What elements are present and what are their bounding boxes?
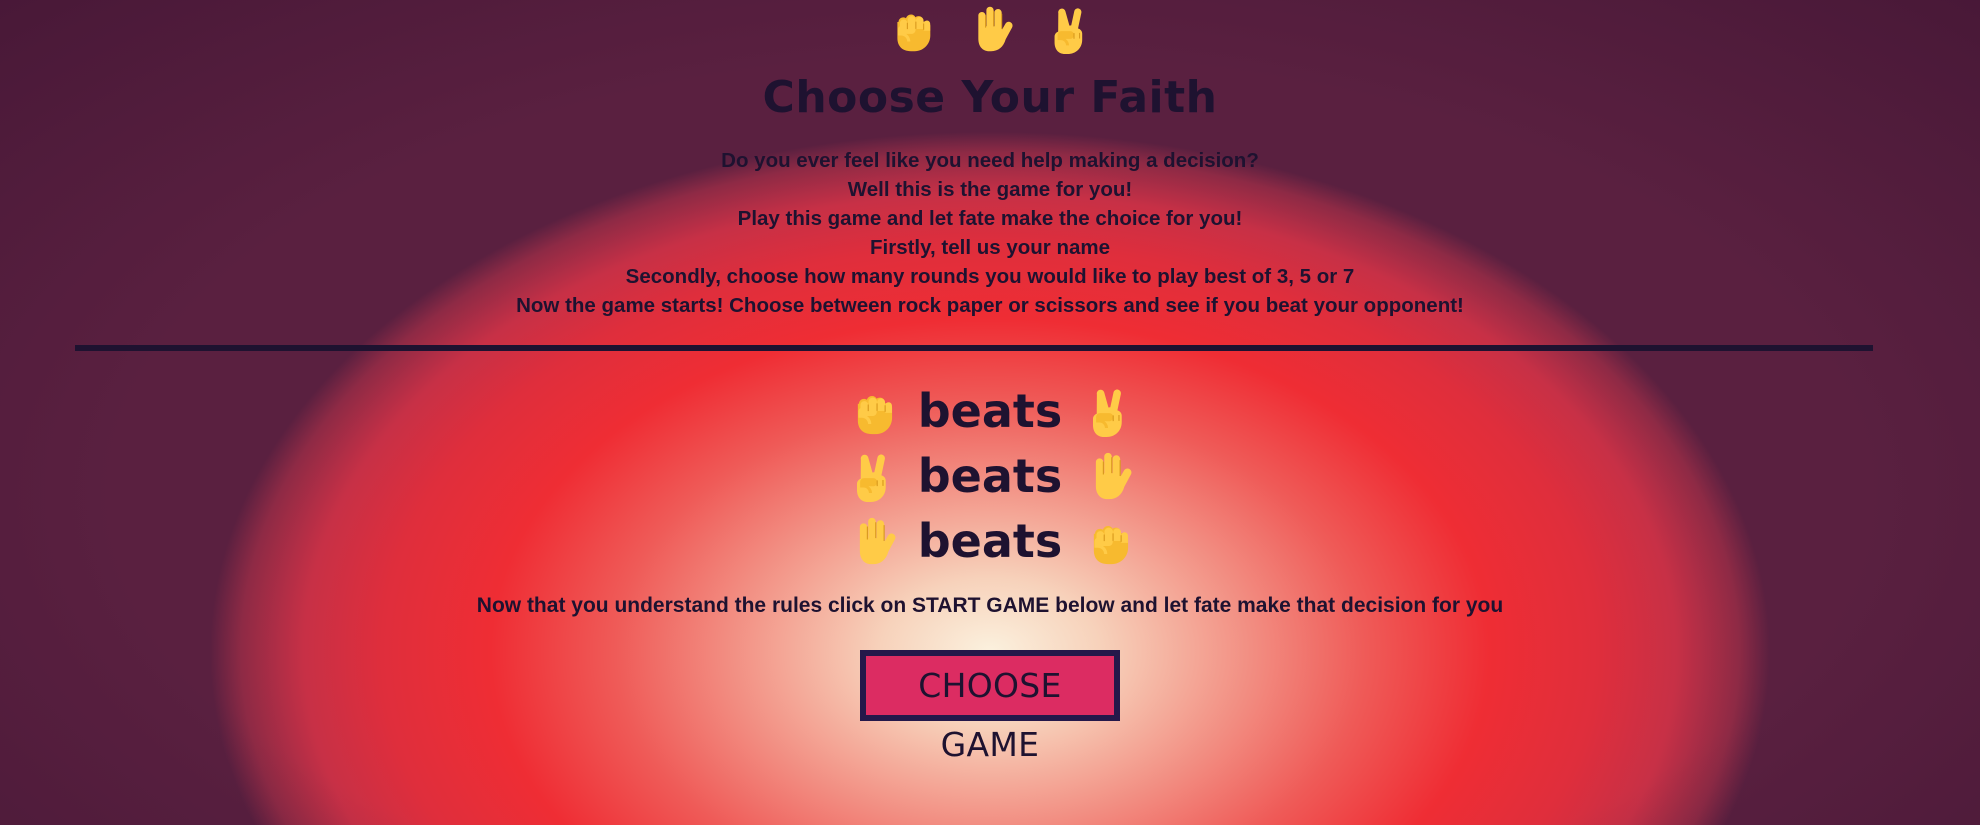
rule-row-rock-beats-scissors: beats bbox=[0, 378, 1980, 443]
header-icons bbox=[0, 4, 1980, 54]
rule-beats-label: beats bbox=[917, 383, 1063, 438]
intro-line: Do you ever feel like you need help maki… bbox=[721, 149, 1259, 172]
intro-line: Now the game starts! Choose between rock… bbox=[516, 294, 1464, 317]
scissors-victory-icon bbox=[846, 450, 898, 502]
page-title: Choose Your Faith bbox=[762, 72, 1218, 123]
rule-row-paper-beats-rock: beats bbox=[0, 508, 1980, 573]
button-container: CHOOSE GAME bbox=[0, 650, 1980, 764]
rule-beats-label: beats bbox=[917, 513, 1063, 568]
intro-text: Do you ever feel like you need help maki… bbox=[0, 146, 1980, 320]
instruction-text: Now that you understand the rules click … bbox=[476, 594, 1504, 617]
scissors-victory-icon bbox=[1044, 4, 1094, 54]
rules-list: beats beats beats bbox=[0, 378, 1980, 573]
paper-hand-icon bbox=[846, 515, 898, 567]
rock-fist-icon bbox=[886, 4, 936, 54]
intro-line: Secondly, choose how many rounds you wou… bbox=[625, 265, 1355, 288]
intro-line: Play this game and let fate make the cho… bbox=[737, 207, 1243, 230]
paper-hand-icon bbox=[1082, 450, 1134, 502]
rule-row-scissors-beats-paper: beats bbox=[0, 443, 1980, 508]
intro-line: Well this is the game for you! bbox=[847, 178, 1133, 201]
rock-fist-icon bbox=[846, 385, 898, 437]
intro-line: Firstly, tell us your name bbox=[870, 236, 1110, 259]
scissors-victory-icon bbox=[1082, 385, 1134, 437]
rule-beats-label: beats bbox=[917, 448, 1063, 503]
paper-hand-icon bbox=[965, 4, 1015, 54]
choose-game-button[interactable]: CHOOSE GAME bbox=[860, 650, 1120, 764]
section-divider bbox=[75, 345, 1873, 351]
rock-fist-icon bbox=[1082, 515, 1134, 567]
